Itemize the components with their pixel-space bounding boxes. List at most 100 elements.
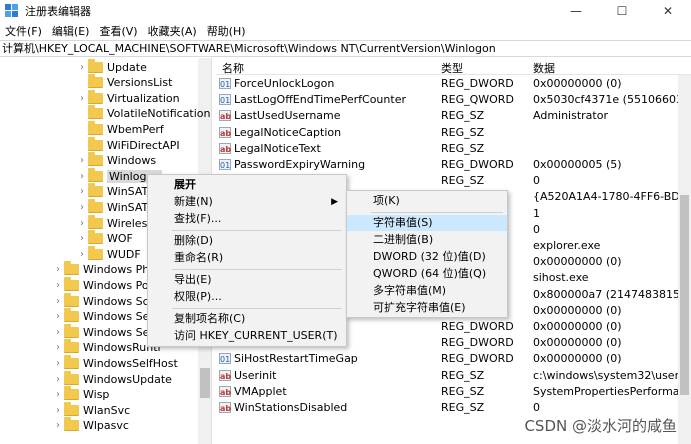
tree-item[interactable]: › WinSAT (76, 183, 148, 200)
value-data: 0x00000000 (0) (533, 336, 622, 350)
expand-chevron-icon[interactable]: › (52, 342, 64, 353)
expand-chevron-icon[interactable]: › (76, 171, 88, 182)
tree-item[interactable]: WbemPerf (76, 120, 164, 137)
expand-chevron-icon[interactable]: › (52, 358, 64, 369)
menu-edit[interactable]: 编辑(E) (47, 23, 95, 39)
value-type: REG_DWORD (441, 77, 514, 90)
expand-chevron-icon[interactable]: › (76, 218, 88, 229)
expand-chevron-icon[interactable]: › (52, 389, 64, 400)
ctx-delete[interactable]: 删除(D) (148, 233, 346, 249)
tree-item[interactable]: › WindowsSelfHost (52, 354, 178, 371)
value-name-cell: 01 LastLogOffEndTimePerfCounter (219, 93, 406, 106)
sub-key[interactable]: 项(K) (347, 193, 507, 209)
menu-file[interactable]: 文件(F) (0, 23, 47, 39)
sub-string-value[interactable]: 字符串值(S) (347, 215, 507, 231)
ctx-find[interactable]: 查找(F)... (148, 211, 346, 227)
tree-item[interactable]: › Windows Phot (52, 261, 160, 278)
sub-multi-string-value[interactable]: 多字符串值(M) (347, 283, 507, 299)
tree-item[interactable]: › Update (76, 58, 147, 75)
value-row[interactable]: 01 ForceUnlockLogon REG_DWORD 0x00000000 (0… (216, 76, 691, 92)
tree-item[interactable]: › Windows Sear (52, 308, 161, 325)
ctx-permissions[interactable]: 权限(P)... (148, 289, 346, 305)
tree-scroll-thumb[interactable] (200, 368, 210, 398)
values-scrollbar[interactable] (678, 75, 691, 444)
tree-item[interactable]: VolatileNotifications (76, 105, 211, 122)
value-data: 0 (533, 174, 540, 188)
tree-item[interactable]: VersionsList (76, 74, 172, 91)
tree-item[interactable]: › Wlpasvc (52, 417, 129, 434)
tree-item[interactable]: WiFiDirectAPI (76, 136, 180, 153)
expand-chevron-icon[interactable]: › (52, 280, 64, 291)
value-data: 0x5030cf4371e (5510660372254 (533, 93, 691, 107)
minimize-button[interactable]: — (553, 0, 599, 22)
value-row[interactable]: 01 SiHostRestartTimeGap REG_DWORD 0x0000000… (216, 351, 691, 367)
expand-chevron-icon[interactable]: › (52, 264, 64, 275)
tree-item[interactable]: › WOF (76, 230, 133, 247)
ctx-rename[interactable]: 重命名(R) (148, 250, 346, 266)
expand-chevron-icon[interactable]: › (76, 186, 88, 197)
expand-chevron-icon[interactable]: › (76, 233, 88, 244)
ctx-copy-key-name[interactable]: 复制项名称(C) (148, 311, 346, 327)
value-row[interactable]: 01 PasswordExpiryWarning REG_DWORD 0x000000… (216, 157, 691, 173)
tree-item[interactable]: › WUDF (76, 245, 141, 262)
tree-item[interactable]: › WindowsRunti (52, 339, 161, 356)
sub-dword-value[interactable]: DWORD (32 位)值(D) (347, 249, 507, 265)
column-data[interactable]: 数据 (533, 60, 555, 76)
folder-icon (64, 339, 79, 354)
sub-expandable-string-value[interactable]: 可扩充字符串值(E) (347, 300, 507, 316)
value-data: 1 (533, 206, 540, 220)
sub-qword-value[interactable]: QWORD (64 位)值(Q) (347, 266, 507, 282)
value-row[interactable]: ab Userinit REG_SZ c:\windows\system32\user… (216, 368, 691, 384)
tree-item[interactable]: › WlanSvc (52, 401, 130, 418)
tree-item[interactable]: › WindowsUpdate (52, 370, 172, 387)
close-button[interactable]: ✕ (645, 0, 691, 22)
ctx-separator (172, 308, 342, 309)
ctx-export[interactable]: 导出(E) (148, 272, 346, 288)
value-type: REG_SZ (441, 141, 485, 155)
value-name: LastUsedUsername (234, 109, 341, 123)
value-row[interactable]: ab LegalNoticeCaption REG_SZ (216, 125, 691, 141)
value-data: 0x00000005 (5) (533, 158, 622, 171)
expand-chevron-icon[interactable]: › (52, 405, 64, 416)
value-name-cell: 01 ForceUnlockLogon (219, 77, 334, 90)
ctx-new[interactable]: 新建(N) ▶ (148, 194, 346, 210)
maximize-button[interactable]: ☐ (599, 0, 645, 22)
tree-item[interactable]: › Virtualization (76, 89, 180, 106)
menu-view[interactable]: 查看(V) (94, 23, 142, 39)
value-row[interactable]: ab WinStationsDisabled REG_SZ 0 (216, 400, 691, 416)
expand-chevron-icon[interactable]: › (76, 93, 88, 104)
value-row[interactable]: 01 LastLogOffEndTimePerfCounter REG_QWORD 0… (216, 92, 691, 108)
value-data: 0x00000000 (0) (533, 77, 622, 90)
ctx-goto-hkcu[interactable]: 访问 HKEY_CURRENT_USER(T) (148, 328, 346, 344)
tree-item-label: WUDF (107, 247, 141, 261)
expand-chevron-icon[interactable]: › (76, 62, 88, 73)
value-row[interactable]: ab LegalNoticeText REG_SZ (216, 141, 691, 157)
address-bar[interactable]: 计算机\HKEY_LOCAL_MACHINE\SOFTWARE\Microsof… (0, 40, 691, 57)
tree-item[interactable]: › Windows (76, 152, 156, 169)
folder-icon (88, 245, 103, 260)
ctx-expand[interactable]: 展开 (148, 177, 346, 193)
value-type: REG_SZ (441, 401, 485, 414)
expand-chevron-icon[interactable]: › (52, 327, 64, 338)
expand-chevron-icon[interactable]: › (76, 202, 88, 213)
column-name[interactable]: 名称 (222, 60, 244, 76)
expand-chevron-icon[interactable]: › (76, 249, 88, 260)
expand-chevron-icon[interactable]: › (52, 420, 64, 431)
column-type[interactable]: 类型 (441, 60, 463, 76)
expand-chevron-icon[interactable]: › (76, 155, 88, 166)
string-value-icon: ab (219, 402, 232, 413)
menu-help[interactable]: 帮助(H) (202, 23, 251, 39)
expand-chevron-icon[interactable]: › (52, 311, 64, 322)
value-type: REG_SZ (441, 368, 485, 382)
value-row[interactable]: ab VMApplet REG_SZ SystemPropertiesPerforma… (216, 384, 691, 400)
folder-icon (88, 230, 103, 245)
tree-item[interactable]: › Wisp (52, 386, 109, 403)
expand-chevron-icon[interactable]: › (52, 374, 64, 385)
folder-icon (88, 167, 103, 182)
values-scroll-thumb[interactable] (680, 195, 689, 395)
menu-favorites[interactable]: 收藏夹(A) (143, 23, 202, 39)
value-row[interactable]: ab LastUsedUsername REG_SZ Administrator (216, 108, 691, 124)
sub-binary-value[interactable]: 二进制值(B) (347, 232, 507, 248)
tree-item[interactable]: › Windows Secu (52, 323, 162, 340)
expand-chevron-icon[interactable]: › (52, 296, 64, 307)
